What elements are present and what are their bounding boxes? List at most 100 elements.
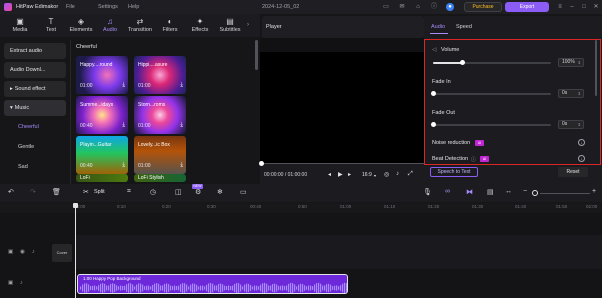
playhead-handle[interactable] [73, 203, 78, 208]
freeze-icon[interactable]: ❄ [217, 188, 223, 196]
sidebar-item-extract-audio[interactable]: Extract audio [4, 43, 66, 59]
music-card[interactable]: Happy....round 01:00 ⤓ [76, 56, 128, 94]
tab-audio[interactable]: Audio [431, 24, 445, 30]
subtitle-tool-icon[interactable]: ▭ [240, 188, 247, 196]
tab-speed[interactable]: Speed [456, 24, 472, 30]
music-card[interactable]: Lovely...ic Box 01:00 ⤓ [134, 136, 186, 174]
split-label[interactable]: Split [94, 189, 105, 195]
fade-out-slider-track[interactable] [433, 124, 551, 126]
close-icon[interactable]: ✕ [592, 3, 600, 11]
export-button[interactable]: Export [505, 2, 549, 12]
track-mute-icon[interactable]: ♪ [32, 249, 35, 255]
music-card[interactable]: Summe...idays 00:40 ⤓ [76, 96, 128, 134]
audio-track-mute-icon[interactable]: ♪ [20, 280, 23, 286]
info-icon[interactable]: ⓘ [471, 156, 476, 163]
player-preview[interactable] [260, 52, 426, 164]
spinner-icon[interactable]: ⇕ [578, 90, 581, 97]
tool-transition[interactable]: ⇄ Transition [127, 16, 153, 36]
track-lock-icon[interactable]: ▣ [8, 249, 13, 255]
maximize-icon[interactable]: □ [580, 3, 588, 11]
music-card[interactable]: LoFi [76, 174, 128, 182]
speed-icon[interactable]: ◷ [150, 188, 156, 196]
reset-button[interactable]: Reset [558, 167, 588, 177]
library-scrollbar[interactable] [255, 40, 258, 70]
fade-in-slider-handle[interactable] [431, 91, 436, 96]
download-icon[interactable]: ⤓ [180, 122, 183, 129]
mirror-icon[interactable]: ◫ [175, 188, 182, 196]
crop-icon[interactable]: ⌗ [127, 188, 131, 196]
message-icon[interactable]: ✉ [398, 3, 406, 11]
playhead[interactable] [75, 203, 76, 298]
download-icon[interactable]: ⤓ [122, 122, 125, 129]
panel-scrollbar[interactable] [595, 40, 597, 96]
redo-icon[interactable]: ↷ [30, 188, 36, 196]
purchase-button[interactable]: Purchase [464, 2, 502, 12]
download-icon[interactable]: ⤓ [180, 162, 183, 169]
tool-subtitles[interactable]: ▤ Subtitles [217, 16, 243, 36]
music-card[interactable]: LoFi Stylish [134, 174, 186, 182]
sidebar-item-sound-effect[interactable]: ▸ Sound effect [4, 81, 66, 97]
sidebar-sub-cheerful[interactable]: Cheerful [18, 124, 39, 130]
zoom-in-icon[interactable]: + [592, 188, 596, 195]
music-card[interactable]: Hippi....asure 01:00 ⤓ [134, 56, 186, 94]
tool-audio[interactable]: ♫ Audio [97, 16, 123, 36]
fade-in-slider-track[interactable] [433, 93, 551, 95]
undo-icon[interactable]: ↶ [8, 188, 14, 196]
download-icon[interactable]: ⤓ [122, 162, 125, 169]
audio-track-lock-icon[interactable]: ▣ [8, 280, 13, 286]
ai-tool-icon[interactable]: ⚙ [195, 188, 201, 196]
tool-effects[interactable]: ✦ Effects [187, 16, 213, 36]
fullscreen-icon[interactable]: ⤢ [408, 171, 413, 178]
track-view-icon[interactable]: ▤ [487, 188, 494, 196]
delete-icon[interactable]: 🗑 [52, 188, 61, 196]
prev-frame-icon[interactable]: ◂ [328, 171, 331, 178]
aspect-ratio-select[interactable]: 16:9 [362, 172, 372, 178]
volume-slider-handle[interactable] [460, 60, 465, 65]
fade-out-value-field[interactable]: 0s ⇕ [558, 120, 584, 129]
spinner-icon[interactable]: ⇕ [578, 121, 581, 128]
monitor-icon[interactable]: ▭ [382, 3, 390, 11]
download-icon[interactable]: ↓ [578, 139, 585, 146]
fit-icon[interactable]: ↔ [505, 188, 512, 195]
link-icon[interactable]: ∞ [445, 188, 450, 195]
player-progress-handle[interactable] [259, 161, 264, 166]
menu-settings[interactable]: Settings [98, 4, 118, 10]
tool-text[interactable]: T Text [38, 16, 64, 36]
volume-value-field[interactable]: 100% ⇕ [558, 58, 584, 67]
snapshot-icon[interactable]: ◎ [384, 171, 389, 178]
music-card[interactable]: Playin...Guitar 00:40 ⤓ [76, 136, 128, 174]
tool-elements[interactable]: ◈ Elements [68, 16, 94, 36]
sidebar-item-audio-download[interactable]: Audio Downl... [4, 62, 66, 78]
split-icon[interactable]: ✂ [83, 188, 89, 196]
sidebar-item-music[interactable]: ▾ Music [4, 100, 66, 116]
microphone-icon[interactable]: 🎙 [423, 188, 432, 196]
fade-in-value-field[interactable]: 0s ⇕ [558, 89, 584, 98]
tool-media[interactable]: ▣ Media [7, 16, 33, 36]
download-icon[interactable]: ↓ [578, 155, 585, 162]
volume-icon[interactable]: ♪ [396, 171, 399, 177]
download-icon[interactable]: ⤓ [122, 82, 125, 89]
cover-thumbnail[interactable]: Cover [52, 244, 72, 262]
fade-out-slider-handle[interactable] [431, 122, 436, 127]
avatar[interactable]: ● [446, 3, 454, 11]
sidebar-sub-sad[interactable]: Sad [18, 164, 28, 170]
sidebar-sub-gentle[interactable]: Gentle [18, 144, 34, 150]
info-icon[interactable]: ⓘ [430, 3, 438, 11]
toolbar-more-icon[interactable]: › [247, 22, 249, 28]
download-icon[interactable]: ⤓ [180, 82, 183, 89]
zoom-out-icon[interactable]: − [523, 188, 527, 195]
menu-help[interactable]: Help [128, 4, 139, 10]
player-progress-bar[interactable] [261, 163, 427, 164]
gift-icon[interactable]: ⌂ [414, 3, 422, 11]
minimize-icon[interactable]: – [568, 3, 576, 11]
video-track[interactable] [76, 235, 602, 269]
menu-file[interactable]: File [66, 4, 75, 10]
music-card[interactable]: Storn...roms 01:00 ⤓ [134, 96, 186, 134]
magnet-icon[interactable]: ⧓ [466, 188, 473, 196]
play-icon[interactable]: ▶ [338, 171, 343, 178]
next-frame-icon[interactable]: ▸ [348, 171, 351, 178]
zoom-slider-track[interactable] [540, 193, 590, 194]
track-visibility-icon[interactable]: ◉ [20, 249, 25, 255]
menu-icon[interactable]: ≡ [556, 3, 564, 11]
spinner-icon[interactable]: ⇕ [578, 59, 581, 66]
